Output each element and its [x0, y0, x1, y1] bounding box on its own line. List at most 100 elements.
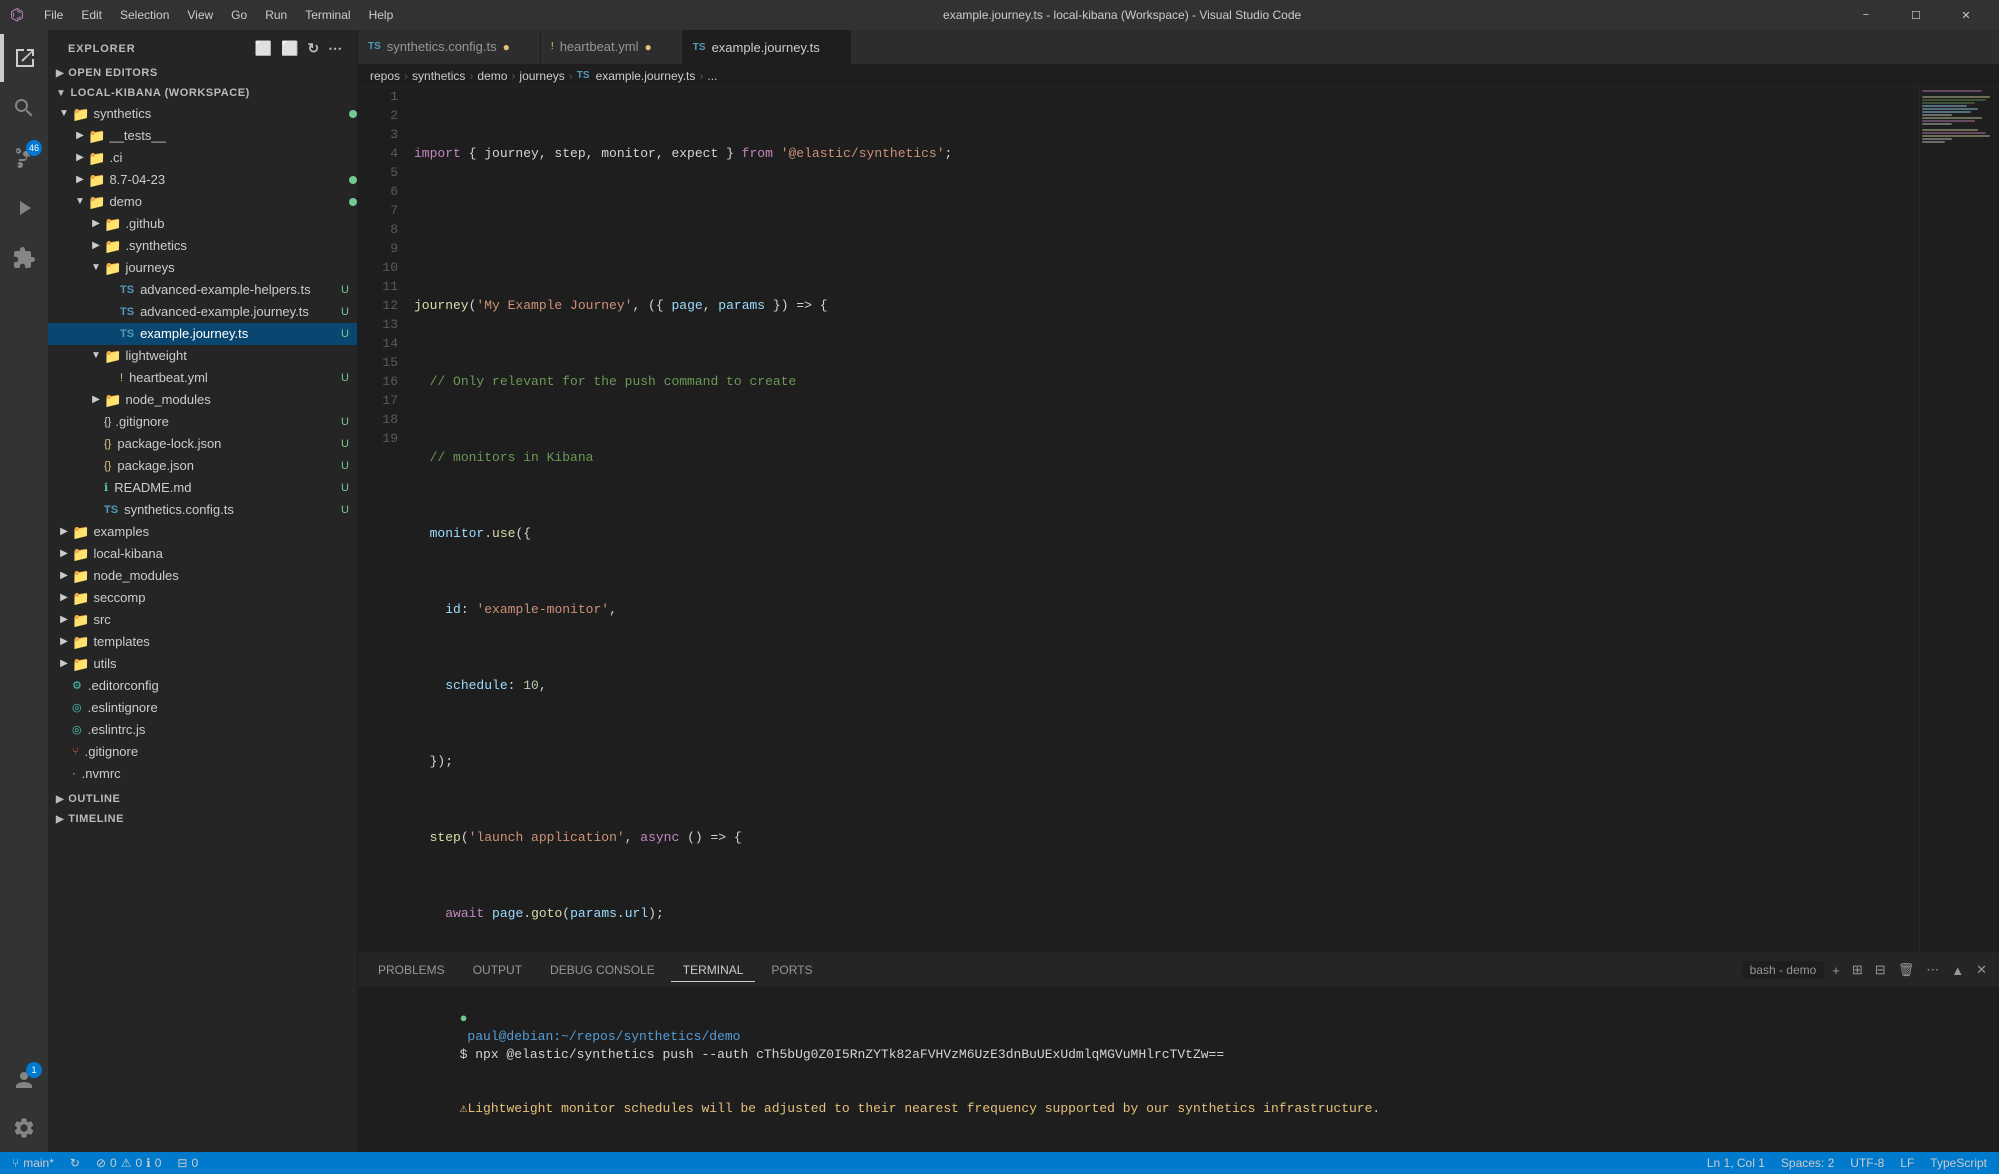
tab-example-journey[interactable]: TS example.journey.ts ✕ — [683, 30, 851, 64]
line-num-19: 19 — [374, 429, 398, 448]
folder-github[interactable]: ▶ 📁 .github — [48, 213, 357, 235]
status-encoding[interactable]: UTF-8 — [1846, 1152, 1888, 1174]
file-advanced-journey[interactable]: TS advanced-example.journey.ts U — [48, 301, 357, 323]
file-nvmrc[interactable]: · .nvmrc — [48, 763, 357, 785]
status-errors[interactable]: ⊘ 0 ⚠ 0 ℹ 0 — [92, 1152, 165, 1174]
folder-ci[interactable]: ▶ 📁 .ci — [48, 147, 357, 169]
timeline-section[interactable]: ▶ TIMELINE — [48, 809, 357, 829]
file-package-lock[interactable]: {} package-lock.json U — [48, 433, 357, 455]
file-editorconfig[interactable]: ⚙ .editorconfig — [48, 675, 357, 697]
new-folder-icon[interactable]: ⬜ — [279, 38, 301, 59]
breadcrumb-demo[interactable]: demo — [477, 69, 507, 83]
status-sync[interactable]: ↻ — [66, 1152, 84, 1174]
terminal-line-3: > Pushing monitors for project: demo — [366, 1136, 1991, 1152]
file-example-journey[interactable]: TS example.journey.ts U — [48, 323, 357, 345]
activity-extensions[interactable] — [0, 234, 48, 282]
tab-close-button[interactable]: ✕ — [516, 38, 530, 56]
folder-demo[interactable]: ▼ 📁 demo — [48, 191, 357, 213]
status-watch[interactable]: ⊟ 0 — [173, 1152, 202, 1174]
folder-node-modules-root[interactable]: ▶ 📁 node_modules — [48, 565, 357, 587]
folder-synthetics[interactable]: ▼ 📁 synthetics — [48, 103, 357, 125]
file-advanced-helpers[interactable]: TS advanced-example-helpers.ts U — [48, 279, 357, 301]
activity-accounts[interactable]: 1 — [0, 1056, 48, 1104]
breadcrumb-filename[interactable]: example.journey.ts — [596, 69, 696, 83]
panel-tab-output[interactable]: OUTPUT — [461, 959, 534, 982]
file-heartbeat[interactable]: ! heartbeat.yml U — [48, 367, 357, 389]
activity-source-control[interactable]: 46 — [0, 134, 48, 182]
folder-local-kibana[interactable]: ▶ 📁 local-kibana — [48, 543, 357, 565]
maximize-button[interactable]: ☐ — [1893, 0, 1939, 30]
activity-settings[interactable] — [0, 1104, 48, 1152]
branch-icon: ⑂ — [12, 1156, 19, 1170]
folder-tests[interactable]: ▶ 📁 __tests__ — [48, 125, 357, 147]
folder-examples[interactable]: ▶ 📁 examples — [48, 521, 357, 543]
info-count: 0 — [155, 1156, 162, 1170]
folder-templates[interactable]: ▶ 📁 templates — [48, 631, 357, 653]
status-position[interactable]: Ln 1, Col 1 — [1703, 1152, 1769, 1174]
minimize-button[interactable]: − — [1843, 0, 1889, 30]
breadcrumb-ellipsis[interactable]: ... — [707, 69, 717, 83]
panel-tab-debug-console[interactable]: DEBUG CONSOLE — [538, 959, 667, 982]
menu-view[interactable]: View — [179, 6, 221, 24]
menu-run[interactable]: Run — [257, 6, 295, 24]
menu-go[interactable]: Go — [223, 6, 255, 24]
folder-node-modules-demo[interactable]: ▶ 📁 node_modules — [48, 389, 357, 411]
status-spaces[interactable]: Spaces: 2 — [1777, 1152, 1838, 1174]
folder-src[interactable]: ▶ 📁 src — [48, 609, 357, 631]
panel-close-icon[interactable]: ✕ — [1972, 960, 1991, 980]
folder-8704[interactable]: ▶ 📁 8.7-04-23 — [48, 169, 357, 191]
panel-more-icon[interactable]: ⋯ — [1922, 960, 1943, 980]
folder-lightweight[interactable]: ▼ 📁 lightweight — [48, 345, 357, 367]
breadcrumb-repos[interactable]: repos — [370, 69, 400, 83]
workspace-section[interactable]: ▼ Local-Kibana (Workspace) — [48, 83, 357, 103]
folder-journeys[interactable]: ▼ 📁 journeys — [48, 257, 357, 279]
menu-terminal[interactable]: Terminal — [297, 6, 358, 24]
file-synthetics-config[interactable]: TS synthetics.config.ts U — [48, 499, 357, 521]
status-language[interactable]: TypeScript — [1926, 1152, 1991, 1174]
close-button[interactable]: ✕ — [1943, 0, 1989, 30]
tab-heartbeat[interactable]: ! heartbeat.yml ● ✕ — [541, 30, 683, 64]
activity-run[interactable] — [0, 184, 48, 232]
file-gitignore-root[interactable]: ⑂ .gitignore — [48, 741, 357, 763]
menu-edit[interactable]: Edit — [73, 6, 110, 24]
file-label: synthetics.config.ts — [124, 499, 341, 521]
refresh-icon[interactable]: ↻ — [305, 38, 322, 59]
folder-seccomp[interactable]: ▶ 📁 seccomp — [48, 587, 357, 609]
status-eol[interactable]: LF — [1896, 1152, 1918, 1174]
panel-tab-terminal[interactable]: TERMINAL — [671, 959, 756, 982]
code-editor[interactable]: 1 2 3 4 5 6 7 8 9 10 11 12 13 14 15 16 1 — [358, 87, 1999, 952]
terminal-trash-icon[interactable]: 🗑 — [1894, 960, 1919, 980]
activity-search[interactable] — [0, 84, 48, 132]
status-branch[interactable]: ⑂ main* — [8, 1152, 58, 1174]
collapse-all-icon[interactable]: ⋯ — [326, 38, 345, 59]
panel-tab-ports[interactable]: PORTS — [759, 959, 824, 982]
code-content[interactable]: import { journey, step, monitor, expect … — [406, 87, 1919, 952]
file-package-json[interactable]: {} package.json U — [48, 455, 357, 477]
new-file-icon[interactable]: ⬜ — [253, 38, 275, 59]
file-gitignore-demo[interactable]: {} .gitignore U — [48, 411, 357, 433]
terminal-split-vertical-icon[interactable]: ⊟ — [1871, 960, 1890, 980]
menu-file[interactable]: File — [36, 6, 71, 24]
open-editors-section[interactable]: ▶ Open Editors — [48, 63, 357, 83]
tab-synthetics-config[interactable]: TS synthetics.config.ts ● ✕ — [358, 30, 541, 64]
folder-synthetics-hidden[interactable]: ▶ 📁 .synthetics — [48, 235, 357, 257]
activity-explorer[interactable] — [0, 34, 48, 82]
breadcrumb-synthetics[interactable]: synthetics — [412, 69, 465, 83]
file-eslintignore[interactable]: ◎ .eslintignore — [48, 697, 357, 719]
menu-selection[interactable]: Selection — [112, 6, 177, 24]
panel-maximize-icon[interactable]: ▲ — [1947, 961, 1968, 980]
terminal[interactable]: ● paul@debian:~/repos/synthetics/demo $ … — [358, 988, 1999, 1152]
terminal-new-icon[interactable]: + — [1828, 961, 1844, 980]
outline-section[interactable]: ▶ OUTLINE — [48, 789, 357, 809]
tab-close-button[interactable]: ✕ — [658, 38, 672, 56]
file-readme[interactable]: ℹ README.md U — [48, 477, 357, 499]
tab-close-button[interactable]: ✕ — [826, 38, 840, 56]
expand-arrow: ▶ — [88, 213, 104, 235]
file-eslintrc[interactable]: ◎ .eslintrc.js — [48, 719, 357, 741]
folder-utils[interactable]: ▶ 📁 utils — [48, 653, 357, 675]
md-file-icon: ℹ — [104, 477, 108, 499]
menu-help[interactable]: Help — [361, 6, 402, 24]
terminal-split-icon[interactable]: ⊞ — [1848, 960, 1867, 980]
breadcrumb-journeys[interactable]: journeys — [519, 69, 564, 83]
panel-tab-problems[interactable]: PROBLEMS — [366, 959, 457, 982]
